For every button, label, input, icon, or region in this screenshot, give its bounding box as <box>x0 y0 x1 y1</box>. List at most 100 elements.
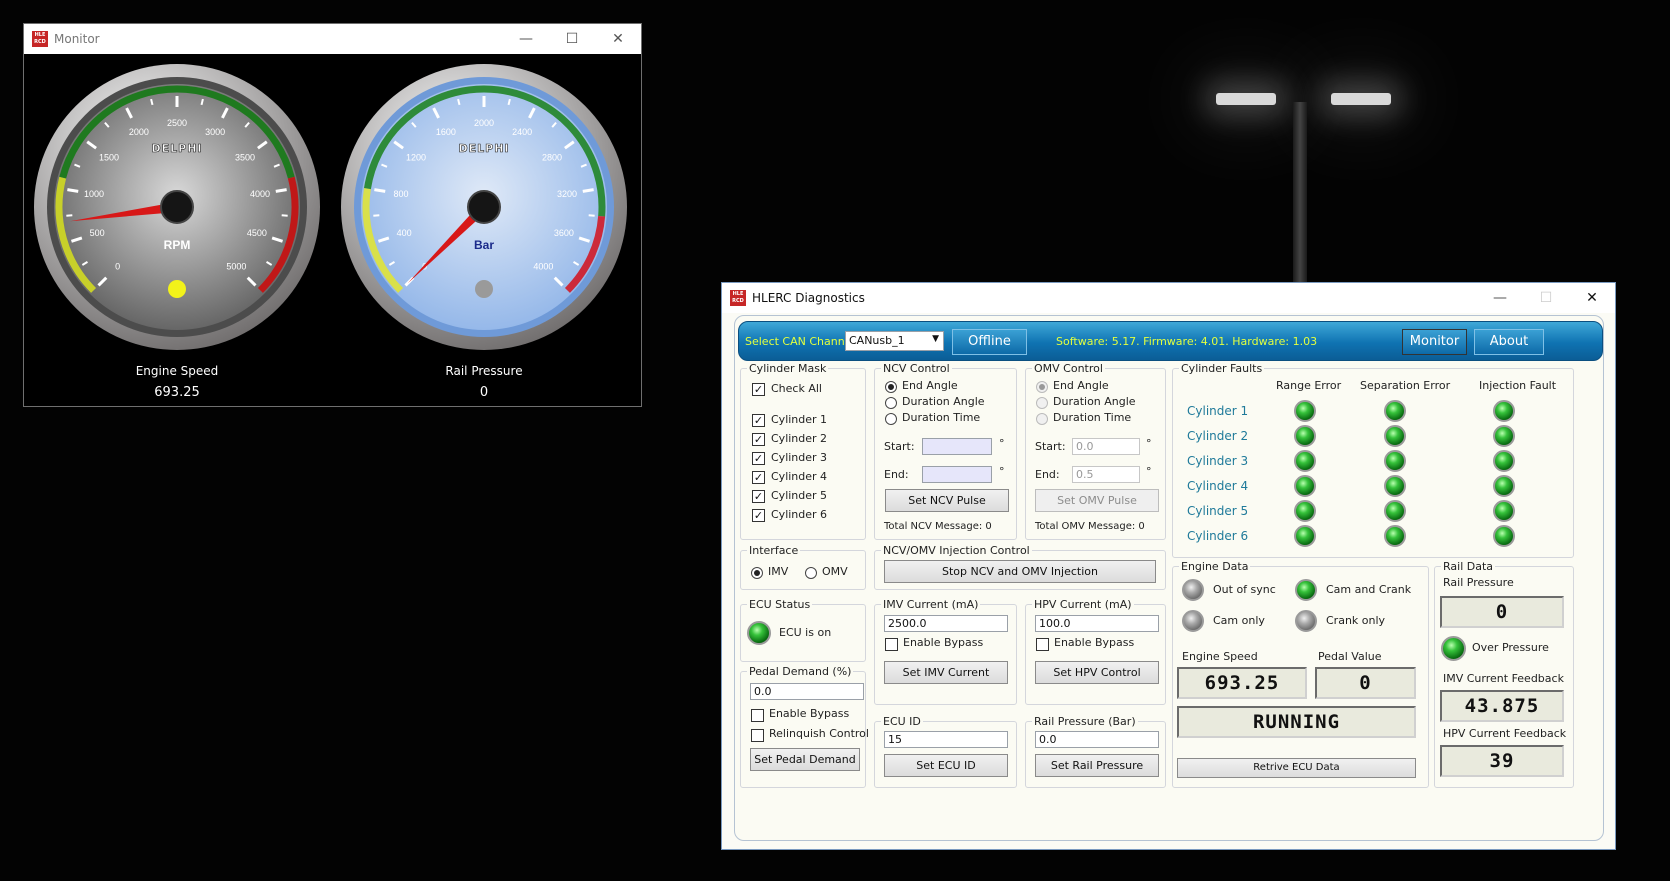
omv-start-input[interactable]: 0.0 <box>1072 438 1140 455</box>
omv-end-label: End: <box>1035 468 1060 481</box>
minimize-button[interactable]: — <box>1477 283 1523 313</box>
ecu-status-led <box>747 621 771 645</box>
cylinder-4-checkbox[interactable]: ✓ <box>752 471 765 484</box>
about-button[interactable]: About <box>1474 329 1544 355</box>
interface-title: Interface <box>747 544 801 557</box>
omv-control-title: OMV Control <box>1032 362 1105 375</box>
gauge-tick-label: 2000 <box>129 127 149 137</box>
pedal-demand-title: Pedal Demand (%) <box>747 665 854 678</box>
rail-pressure-set-group: Rail Pressure (Bar) 0.0 Set Rail Pressur… <box>1025 715 1166 788</box>
imv-radio[interactable] <box>751 567 763 579</box>
minimize-button[interactable]: — <box>503 24 549 54</box>
gauge-tick-label: 1000 <box>84 189 104 199</box>
set-imv-current-button[interactable]: Set IMV Current <box>884 661 1008 684</box>
cylinder-1-checkbox[interactable]: ✓ <box>752 414 765 427</box>
check-all-checkbox[interactable]: ✓ <box>752 383 765 396</box>
engine-data-group: Engine Data Out of sync Cam and Crank Ca… <box>1172 560 1429 788</box>
out-of-sync-led <box>1182 579 1204 601</box>
offline-button[interactable]: Offline <box>952 329 1027 355</box>
ecu-id-input[interactable]: 15 <box>884 731 1008 748</box>
gauge-brand-logo: DELPHI <box>151 142 202 155</box>
maximize-button[interactable]: ☐ <box>1523 283 1569 313</box>
over-pressure-led <box>1441 636 1466 661</box>
omv-duration-angle-radio[interactable] <box>1036 397 1048 409</box>
set-ecu-id-button[interactable]: Set ECU ID <box>884 754 1008 777</box>
cylinder-2-injection-fault-led <box>1493 425 1515 447</box>
gauge-tick-label: 1200 <box>406 153 426 163</box>
version-text: Software: 5.17. Firmware: 4.01. Hardware… <box>1056 335 1318 348</box>
hpv-bypass-label: Enable Bypass <box>1054 636 1135 649</box>
cylinder-5-checkbox[interactable]: ✓ <box>752 490 765 503</box>
engine-speed-gauge: 0 500 1000 1500 2000 2500 3000 3500 4000 4500 5000… <box>34 64 320 350</box>
imv-current-input[interactable]: 2500.0 <box>884 615 1008 632</box>
cylinder-2-checkbox[interactable]: ✓ <box>752 433 765 446</box>
ecu-status-group: ECU Status ECU is on <box>740 598 866 662</box>
ncv-end-angle-radio[interactable] <box>885 381 897 393</box>
cylinder-5-label: Cylinder 5 <box>771 489 828 502</box>
rail-pressure-input[interactable]: 0.0 <box>1035 731 1159 748</box>
relinquish-control-checkbox[interactable] <box>751 729 764 742</box>
maximize-button[interactable]: ☐ <box>549 24 595 54</box>
ncv-start-input[interactable] <box>922 438 992 455</box>
omv-radio[interactable] <box>805 567 817 579</box>
window-title: Monitor <box>54 32 100 46</box>
engine-speed-value: 693.25 <box>154 385 200 400</box>
cylinder-4-range-error-led <box>1294 475 1316 497</box>
omv-duration-time-radio[interactable] <box>1036 413 1048 425</box>
monitor-window: HLE RCD Monitor — ☐ ✕ 0 500 1000 1500 2000 25… <box>23 23 642 407</box>
pedal-demand-input[interactable]: 0.0 <box>750 683 864 700</box>
monitor-button[interactable]: Monitor <box>1402 329 1467 355</box>
omv-end-angle-radio[interactable] <box>1036 381 1048 393</box>
cylinder-6-injection-fault-led <box>1493 525 1515 547</box>
ncv-duration-angle-radio[interactable] <box>885 397 897 409</box>
retrieve-ecu-data-button[interactable]: Retrive ECU Data <box>1177 758 1416 778</box>
street-lamp-right <box>1331 93 1391 105</box>
cylinder-6-checkbox[interactable]: ✓ <box>752 509 765 522</box>
cylinder-1-range-error-led <box>1294 400 1316 422</box>
cylinder-3-checkbox[interactable]: ✓ <box>752 452 765 465</box>
set-hpv-control-button[interactable]: Set HPV Control <box>1035 661 1159 684</box>
cylinder-mask-group: Cylinder Mask ✓ Check All ✓ Cylinder 1 ✓… <box>740 362 866 540</box>
imv-label: IMV <box>768 565 789 578</box>
set-ncv-pulse-button[interactable]: Set NCV Pulse <box>885 489 1009 512</box>
gauge-tick-label: 3500 <box>235 153 255 163</box>
pedal-bypass-checkbox[interactable] <box>751 709 764 722</box>
hpv-bypass-checkbox[interactable] <box>1036 638 1049 651</box>
omv-end-input[interactable]: 0.5 <box>1072 466 1140 483</box>
set-omv-pulse-button[interactable]: Set OMV Pulse <box>1035 489 1159 512</box>
crank-only-label: Crank only <box>1326 614 1386 627</box>
injection-control-group: NCV/OMV Injection Control Stop NCV and O… <box>874 544 1166 590</box>
close-button[interactable]: ✕ <box>595 24 641 54</box>
omv-total-message: Total OMV Message: 0 <box>1035 521 1145 532</box>
cylinder-faults-group: Cylinder Faults Range Error Separation E… <box>1172 362 1574 558</box>
can-channel-select[interactable]: CANusb_1 ▼ <box>845 331 944 351</box>
ncv-control-title: NCV Control <box>881 362 952 375</box>
ecu-status-title: ECU Status <box>747 598 813 611</box>
pedal-value-display: 0 <box>1315 667 1416 699</box>
set-pedal-demand-button[interactable]: Set Pedal Demand <box>750 748 860 771</box>
cylinder-5-injection-fault-led <box>1493 500 1515 522</box>
check-all-label: Check All <box>771 382 822 395</box>
hpv-feedback-label: HPV Current Feedback <box>1443 727 1567 740</box>
rail-data-title: Rail Data <box>1441 560 1496 573</box>
cylinder-3-label: Cylinder 3 <box>771 451 828 464</box>
crank-only-led <box>1295 610 1317 632</box>
set-rail-pressure-button[interactable]: Set Rail Pressure <box>1035 754 1159 777</box>
imv-current-group: IMV Current (mA) 2500.0 Enable Bypass Se… <box>874 598 1017 705</box>
cylinder-1-label: Cylinder 1 <box>771 413 828 426</box>
imv-bypass-checkbox[interactable] <box>885 638 898 651</box>
stop-injection-button[interactable]: Stop NCV and OMV Injection <box>884 560 1156 583</box>
ncv-duration-time-radio[interactable] <box>885 413 897 425</box>
cylinder-faults-title: Cylinder Faults <box>1179 362 1265 375</box>
close-button[interactable]: ✕ <box>1569 283 1615 313</box>
ncv-start-unit: ° <box>999 437 1005 450</box>
ncv-end-input[interactable] <box>922 466 992 483</box>
diagnostics-titlebar: HLE RCD HLERC Diagnostics — ☐ ✕ <box>722 283 1615 313</box>
cylinder-6-label: Cylinder 6 <box>771 508 828 521</box>
interface-group: Interface IMV OMV <box>740 544 866 590</box>
rail-data-group: Rail Data Rail Pressure 0 Over Pressure … <box>1434 560 1574 788</box>
fault-row-label: Cylinder 1 <box>1187 404 1249 418</box>
engine-speed-label: Engine Speed <box>1182 650 1258 663</box>
ncv-control-group: NCV Control End Angle Duration Angle Dur… <box>874 362 1017 540</box>
hpv-current-input[interactable]: 100.0 <box>1035 615 1159 632</box>
